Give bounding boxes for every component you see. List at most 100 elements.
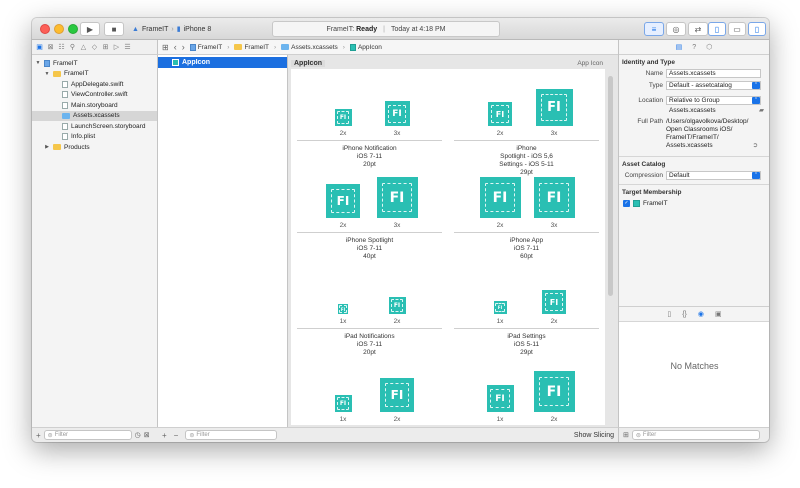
close-window-button[interactable] <box>40 24 50 34</box>
back-arrow-icon[interactable]: ‹ <box>174 42 177 52</box>
asset-list: AppIcon <box>158 55 288 427</box>
minimize-window-button[interactable] <box>54 24 64 34</box>
icon-slot[interactable]: FI 2x <box>375 377 419 423</box>
navigator-item[interactable]: Assets.xcassets <box>32 110 157 121</box>
search-icon[interactable]: ⚲ <box>68 43 77 52</box>
scheme-project: FrameIT <box>141 25 169 33</box>
editor-scrollbar[interactable] <box>608 76 613 296</box>
title-bar: ▶ ■ ▲ FrameIT › ▮ iPhone 8 FrameIT: Read… <box>32 18 769 40</box>
app-target-icon: ▲ <box>132 25 139 33</box>
chevron-right-icon: › <box>227 43 230 51</box>
test-icon[interactable]: ◇ <box>90 43 99 52</box>
disclosure-open-icon[interactable]: ▼ <box>35 60 41 66</box>
navigator-item[interactable]: ▼ FrameIT <box>32 69 157 80</box>
assistant-editor-button[interactable]: ◎ <box>666 22 686 36</box>
library-filter-bar: ⊞ ⊜ Filter <box>618 427 769 442</box>
app-icon-image: FI <box>334 395 352 412</box>
toggle-inspector-button[interactable]: ▯ <box>748 22 766 36</box>
stop-button[interactable]: ■ <box>104 22 124 36</box>
standard-editor-button[interactable]: ≡ <box>644 22 664 36</box>
reveal-in-finder-icon[interactable]: ➲ <box>753 142 758 150</box>
jump-project[interactable]: FrameIT <box>189 43 222 51</box>
navigator-item-label: LaunchScreen.storyboard <box>71 122 146 130</box>
target-membership-row[interactable]: ✓ FrameIT <box>619 198 769 208</box>
navigator-item-label: Main.storyboard <box>71 101 118 109</box>
checkmark-icon[interactable]: ✓ <box>623 199 630 207</box>
jump-folder[interactable]: FrameIT <box>234 44 269 51</box>
jump-asset[interactable]: AppIcon <box>349 43 382 51</box>
app-icon-image: FI <box>486 385 514 412</box>
remove-asset-button[interactable]: − <box>174 431 179 440</box>
filter-icon: ⊜ <box>47 432 53 439</box>
location-label: Location <box>638 96 663 104</box>
fullpath-line: /Users/olgavolkova/Desktop/ <box>666 118 749 125</box>
disclosure-open-icon[interactable]: ▼ <box>44 71 50 77</box>
navigator-selector-bar: ▣ ⊠ ☷ ⚲ △ ◇ ⊞ ▷ ☰ <box>32 40 158 55</box>
navigator-item[interactable]: ▶ Products <box>32 142 157 153</box>
navigator-item-label: FrameIT <box>53 59 78 67</box>
recent-files-icon[interactable]: ◷ <box>135 431 141 439</box>
breakpoint-icon[interactable]: ▷ <box>112 43 121 52</box>
library-filter-input[interactable]: ⊜ Filter <box>631 430 760 440</box>
version-editor-button[interactable]: ⇄ <box>688 22 708 36</box>
icon-group: FI 1x FI 2x <box>291 69 448 425</box>
navigator-item[interactable]: ViewController.swift <box>32 90 157 101</box>
toggle-debug-button[interactable]: ▭ <box>728 22 746 36</box>
filter-icon: ⊜ <box>189 432 195 439</box>
warning-icon[interactable]: △ <box>79 43 88 52</box>
add-asset-button[interactable]: + <box>162 431 167 440</box>
navigator-filter-input[interactable]: ⊜ Filter <box>43 430 132 440</box>
disclosure-closed-icon[interactable]: ▶ <box>44 144 50 150</box>
file-template-icon[interactable]: ▯ <box>667 310 671 318</box>
file-icon <box>62 101 68 109</box>
name-field[interactable]: Assets.xcassets <box>666 68 761 78</box>
forward-arrow-icon[interactable]: › <box>182 42 185 52</box>
scheme-selector[interactable]: ▲ FrameIT › ▮ iPhone 8 <box>132 22 211 36</box>
navigator-item[interactable]: Main.storyboard <box>32 100 157 111</box>
compression-label: Compression <box>624 171 663 179</box>
asset-row-appicon[interactable]: AppIcon <box>158 57 287 68</box>
icon-slot[interactable]: FI 1x <box>321 394 365 423</box>
navigator-item[interactable]: LaunchScreen.storyboard <box>32 121 157 132</box>
folder-icon[interactable]: ▣ <box>35 43 44 52</box>
symbol-icon[interactable]: ☷ <box>57 43 66 52</box>
chevron-right-icon: › <box>342 43 345 51</box>
jump-catalog[interactable]: Assets.xcassets <box>281 44 338 51</box>
toggle-navigator-button[interactable]: ▯ <box>708 22 726 36</box>
location-select[interactable]: Relative to Group <box>666 95 761 105</box>
app-icon-image: FI <box>380 378 414 412</box>
add-icon[interactable]: + <box>36 431 41 440</box>
navigator-item[interactable]: ▼ FrameIT <box>32 58 157 69</box>
file-inspector-icon[interactable]: ▤ <box>676 43 683 51</box>
fullpath-label: Full Path <box>637 118 663 125</box>
source-control-icon[interactable]: ⊠ <box>46 43 55 52</box>
media-library-icon[interactable]: ▣ <box>715 310 722 318</box>
help-inspector-icon[interactable]: ? <box>692 44 696 51</box>
run-button[interactable]: ▶ <box>80 22 100 36</box>
icon-slot-grid: FI 2x FI 3x iPhone Notification iOS 7-11 20pt F… <box>291 69 605 425</box>
stop-icon: ■ <box>111 24 117 34</box>
type-label: Type <box>648 81 663 89</box>
grid-icon[interactable]: ⊞ <box>162 43 169 52</box>
history-inspector-icon[interactable]: ⬡ <box>706 43 712 51</box>
icon-slot[interactable]: FI 1x <box>478 384 522 423</box>
scheme-device: iPhone 8 <box>183 25 212 33</box>
show-slicing-button[interactable]: Show Slicing <box>574 432 614 439</box>
debug-icon[interactable]: ⊞ <box>101 43 110 52</box>
object-library-icon[interactable]: ◉ <box>698 310 704 318</box>
report-icon[interactable]: ☰ <box>123 43 132 52</box>
zoom-window-button[interactable] <box>68 24 78 34</box>
icon-slot[interactable]: FI 2x <box>532 370 576 423</box>
filter-modified-icon[interactable]: ⊠ <box>144 431 150 439</box>
type-select[interactable]: Default - assetcatalog <box>666 80 761 90</box>
asset-filter-input[interactable]: ⊜ Filter <box>185 430 278 440</box>
grid-view-icon[interactable]: ⊞ <box>623 431 629 439</box>
folder-icon[interactable]: ▰ <box>759 107 764 115</box>
navigator-item-label: Info.plist <box>71 133 96 141</box>
compression-select[interactable]: Default <box>666 170 761 180</box>
jump-bar: ⊞ ‹ › FrameIT › FrameIT › Assets.xcasset… <box>158 40 618 55</box>
navigator-item[interactable]: Info.plist <box>32 132 157 143</box>
code-snippet-icon[interactable]: {} <box>682 311 687 318</box>
navigator-item[interactable]: AppDelegate.swift <box>32 79 157 90</box>
file-icon <box>62 133 68 141</box>
